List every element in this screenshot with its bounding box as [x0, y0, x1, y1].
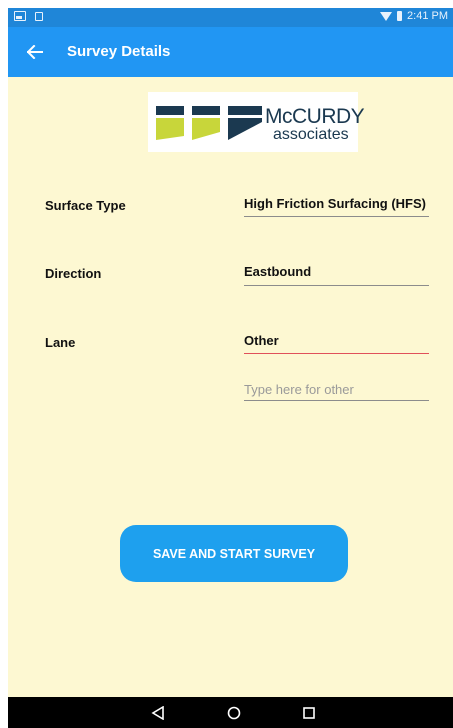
direction-label: Direction	[45, 266, 102, 281]
nav-home-button[interactable]	[225, 704, 243, 722]
image-icon	[14, 11, 26, 21]
home-circle-icon	[227, 706, 241, 720]
status-bar: 2:41 PM	[8, 8, 453, 27]
square-icon	[35, 11, 43, 21]
save-and-start-survey-button[interactable]: SAVE AND START SURVEY	[120, 525, 348, 582]
back-triangle-icon	[151, 706, 164, 720]
nav-back-button[interactable]	[149, 704, 167, 722]
page-title: Survey Details	[67, 43, 171, 60]
lane-label: Lane	[45, 335, 76, 350]
status-right-icons: 2:41 PM	[380, 10, 448, 22]
lane-underline	[244, 353, 429, 354]
arrow-left-icon	[27, 45, 43, 59]
app-screen: 2:41 PM Survey Details McCURDY associate…	[8, 8, 453, 728]
direction-underline	[244, 285, 429, 286]
logo-mark-icon	[156, 106, 262, 142]
surface-type-label: Surface Type	[45, 198, 126, 213]
logo-text-associates: associates	[273, 126, 349, 143]
other-input-underline	[244, 400, 429, 401]
lane-select[interactable]: Other	[244, 333, 429, 348]
app-bar: Survey Details	[8, 27, 453, 77]
status-left-icons	[14, 11, 43, 21]
android-nav-bar	[8, 697, 453, 728]
nav-recents-button[interactable]	[300, 704, 318, 722]
recents-square-icon	[303, 707, 315, 719]
status-time: 2:41 PM	[407, 10, 448, 22]
device-frame: 2:41 PM Survey Details McCURDY associate…	[0, 0, 453, 728]
surface-type-select[interactable]: High Friction Surfacing (HFS)	[244, 196, 429, 211]
wifi-icon	[380, 11, 393, 21]
company-logo: McCURDY associates	[148, 92, 365, 152]
back-button[interactable]	[22, 39, 48, 65]
direction-select[interactable]: Eastbound	[244, 264, 429, 279]
surface-type-underline	[244, 216, 429, 217]
battery-icon	[397, 11, 403, 21]
other-lane-input[interactable]	[244, 378, 429, 400]
